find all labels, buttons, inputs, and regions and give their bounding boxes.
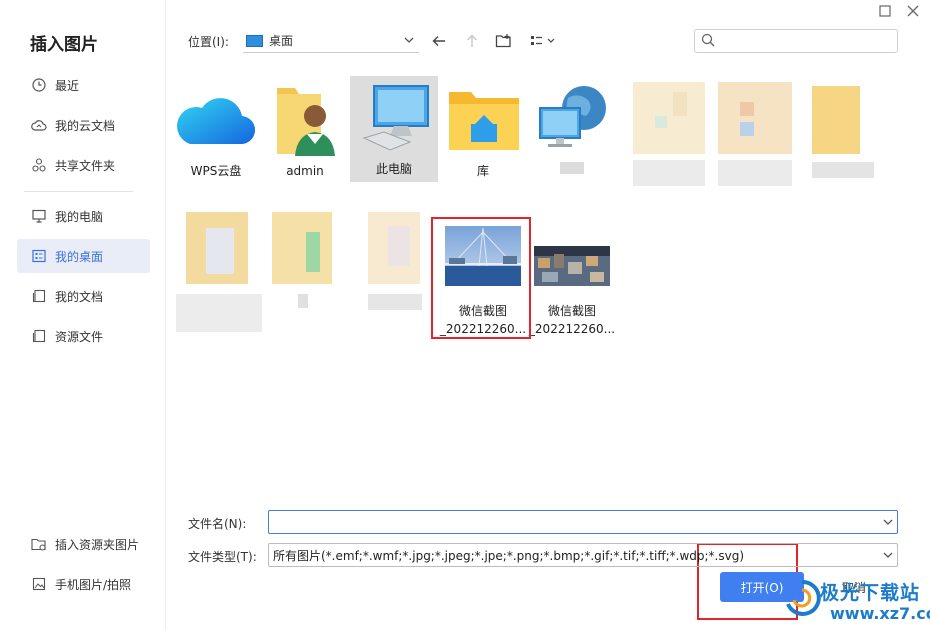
chevron-down-icon[interactable]: [879, 549, 897, 561]
filetype-value: 所有图片(*.emf;*.wmf;*.jpg;*.jpeg;*.jpe;*.pn…: [273, 548, 745, 563]
sidebar-item-my-documents[interactable]: 我的文档: [17, 279, 150, 313]
resource-icon: [31, 328, 47, 344]
pixelated-label: [560, 162, 584, 174]
new-folder-button[interactable]: [493, 30, 515, 52]
watermark-logo: 极光下载站 www.xz7.com: [780, 574, 930, 630]
sidebar-item-label: 插入资源夹图片: [55, 537, 140, 552]
file-label: 库: [476, 164, 489, 178]
sidebar-item-my-desktop[interactable]: 我的桌面: [17, 239, 150, 273]
sidebar: 插入图片 最近 我的云文档 共享文件夹 我的电脑 我的桌面 我的文档 资源文件 …: [0, 0, 166, 630]
filetype-label: 文件类型(T):: [188, 550, 257, 564]
file-item-wps-cloud[interactable]: WPS云盘: [172, 78, 260, 180]
pixelated-label: [718, 160, 792, 186]
sidebar-item-cloud-docs[interactable]: 我的云文档: [17, 108, 150, 142]
sidebar-divider: [24, 191, 133, 192]
folder-image-icon: [31, 536, 47, 552]
sidebar-item-label: 我的文档: [55, 289, 104, 304]
sidebar-item-label: 手机图片/拍照: [55, 577, 132, 592]
file-item-network[interactable]: [528, 78, 616, 174]
file-item-this-pc[interactable]: 此电脑: [350, 76, 438, 182]
clock-icon: [31, 77, 47, 93]
highlight-box-image: [431, 217, 531, 339]
monitor-icon: [31, 208, 47, 224]
location-label: 位置(I):: [188, 35, 229, 49]
pixelated-file-icon[interactable]: [718, 82, 792, 154]
pixelated-file-icon[interactable]: [633, 82, 705, 154]
file-label: admin: [286, 164, 324, 178]
pixelated-folder-icon[interactable]: [186, 212, 248, 284]
close-icon[interactable]: [904, 2, 922, 20]
pixelated-label: [176, 294, 262, 332]
file-label: WPS云盘: [190, 164, 242, 178]
watermark-swirl-icon: [786, 579, 821, 616]
pixelated-label: [368, 294, 422, 310]
user-folder-icon: [261, 78, 349, 158]
pixelated-folder-icon[interactable]: [272, 212, 332, 284]
sidebar-item-recent[interactable]: 最近: [17, 68, 150, 102]
library-folder-icon: [439, 78, 527, 158]
pixelated-folder-icon[interactable]: [812, 86, 860, 154]
back-button[interactable]: [428, 30, 450, 52]
dialog-title: 插入图片: [30, 35, 98, 55]
new-folder-icon: [495, 34, 511, 48]
cloud-icon: [31, 117, 47, 133]
file-label: 微信截图 _202212260...: [528, 304, 616, 336]
sidebar-item-label: 我的桌面: [55, 249, 104, 264]
phone-image-icon: [31, 576, 47, 592]
search-box[interactable]: [694, 29, 898, 53]
view-mode-button[interactable]: [528, 30, 560, 52]
watermark-text: 极光下载站: [820, 582, 921, 604]
network-icon: [528, 78, 616, 158]
filetype-dropdown[interactable]: 所有图片(*.emf;*.wmf;*.jpg;*.jpeg;*.jpe;*.pn…: [268, 543, 898, 567]
sidebar-item-shared-folder[interactable]: 共享文件夹: [17, 148, 150, 182]
filename-label: 文件名(N):: [188, 517, 247, 531]
sidebar-item-my-computer[interactable]: 我的电脑: [17, 199, 150, 233]
file-item-admin[interactable]: admin: [261, 78, 349, 180]
desktop-icon: [31, 248, 47, 264]
location-dropdown[interactable]: 桌面: [243, 29, 419, 53]
sidebar-item-resource-files[interactable]: 资源文件: [17, 319, 150, 353]
search-icon: [701, 33, 715, 50]
pixelated-label: [298, 294, 308, 308]
pixelated-label: [633, 160, 705, 186]
image-thumbnail-city: [528, 218, 616, 298]
file-item-wechat-screenshot-2[interactable]: 微信截图 _202212260...: [528, 218, 616, 338]
up-button[interactable]: [461, 30, 483, 52]
desktop-folder-icon: [246, 34, 263, 47]
sidebar-item-label: 最近: [55, 78, 80, 93]
maximize-icon[interactable]: [876, 2, 894, 20]
location-value: 桌面: [269, 34, 294, 48]
chevron-down-icon: [403, 34, 415, 49]
arrow-up-icon: [467, 34, 477, 47]
sidebar-item-insert-resource-images[interactable]: 插入资源夹图片: [17, 527, 150, 561]
search-input[interactable]: [719, 31, 897, 51]
sidebar-item-label: 资源文件: [55, 329, 104, 344]
file-label: 此电脑: [375, 162, 412, 176]
file-item-library[interactable]: 库: [439, 78, 527, 180]
sidebar-item-phone-photos[interactable]: 手机图片/拍照: [17, 567, 150, 601]
chevron-down-icon[interactable]: [879, 516, 897, 528]
watermark-url: www.xz7.com: [830, 604, 930, 623]
filename-input[interactable]: [269, 512, 879, 532]
pixelated-label: [812, 162, 874, 178]
share-icon: [31, 157, 47, 173]
computer-icon: [350, 76, 438, 156]
pixelated-folder-icon[interactable]: [368, 212, 420, 284]
file-label: [528, 162, 616, 174]
arrow-left-icon: [432, 36, 445, 46]
sidebar-item-label: 我的电脑: [55, 209, 104, 224]
sidebar-item-label: 我的云文档: [55, 118, 116, 133]
documents-icon: [31, 288, 47, 304]
filename-combobox[interactable]: [268, 510, 898, 534]
list-view-icon: [531, 36, 555, 45]
sidebar-item-label: 共享文件夹: [55, 158, 116, 173]
wps-cloud-icon: [172, 78, 260, 158]
